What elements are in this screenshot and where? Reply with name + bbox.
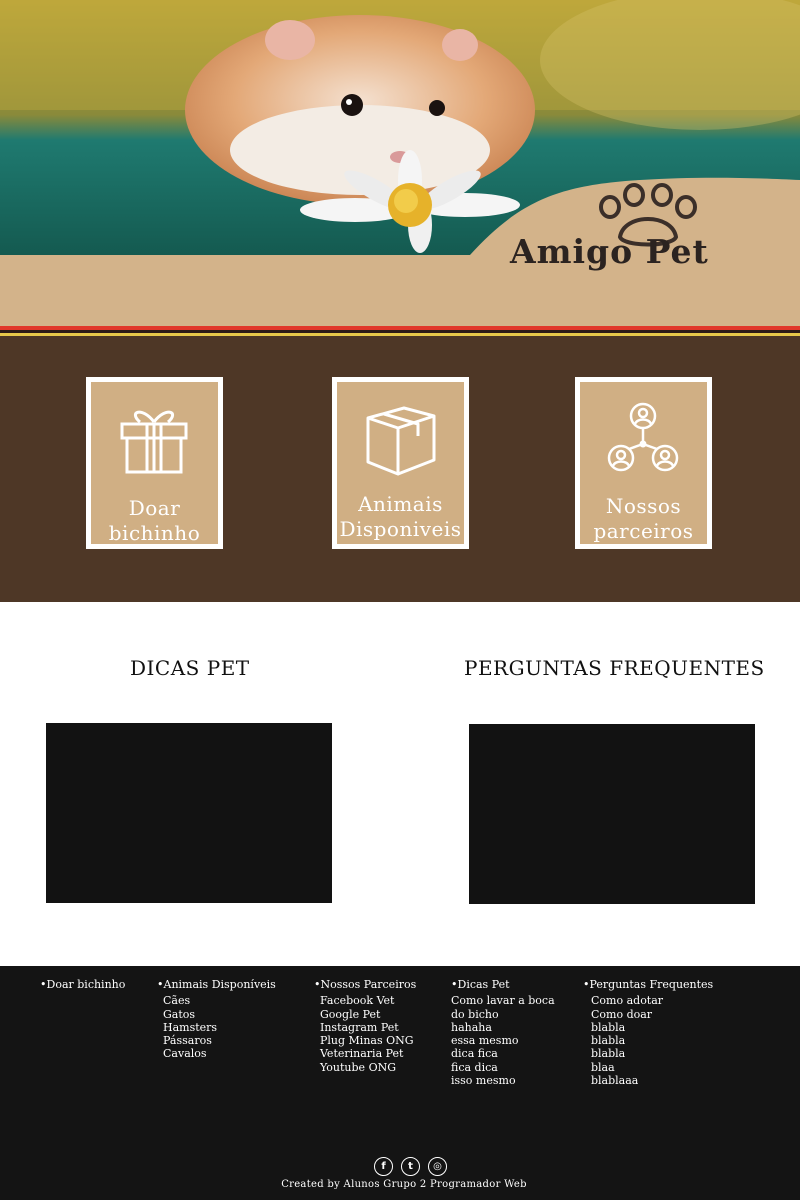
- footer-list-tips: Como lavar a boca do bicho hahaha essa m…: [451, 994, 555, 1087]
- nav-card-donate-label: Doar bichinho: [108, 496, 201, 545]
- partners-network-icon: [607, 402, 679, 472]
- faq-section-title: PERGUNTAS FREQUENTES: [464, 656, 765, 680]
- twitter-icon[interactable]: t: [401, 1157, 420, 1176]
- nav-card-animals-label: Animais Disponiveis: [339, 492, 462, 541]
- footer-credit: Created by Alunos Grupo 2 Programador We…: [281, 1179, 527, 1190]
- footer-list-item[interactable]: do bicho: [451, 1008, 555, 1021]
- footer-list-item[interactable]: Gatos: [163, 1008, 276, 1021]
- tips-section-title: DICAS PET: [130, 656, 250, 680]
- footer-list-item[interactable]: Hamsters: [163, 1021, 276, 1034]
- site-footer: Doar bichinho Animais Disponíveis Cães G…: [0, 966, 800, 1200]
- nav-card-donate-inner: Doar bichinho: [91, 382, 218, 545]
- footer-link-faq[interactable]: Perguntas Frequentes: [583, 978, 714, 991]
- footer-list-item[interactable]: Plug Minas ONG: [320, 1034, 416, 1047]
- footer-list-item[interactable]: Como adotar: [591, 994, 713, 1007]
- footer-list-item[interactable]: Cavalos: [163, 1047, 276, 1060]
- nav-card-partners-label: Nossos parceiros: [593, 494, 694, 543]
- footer-list-item[interactable]: dica fica: [451, 1047, 555, 1060]
- footer-list-item[interactable]: essa mesmo: [451, 1034, 555, 1047]
- box-icon: [366, 406, 436, 476]
- footer-list-faq: Como adotar Como doar blabla blabla blab…: [583, 994, 713, 1087]
- footer-link-partners[interactable]: Nossos Parceiros: [314, 978, 417, 991]
- footer-list-item[interactable]: blabla: [591, 1021, 713, 1034]
- footer-list-item[interactable]: Como doar: [591, 1008, 713, 1021]
- faq-video-embed[interactable]: [469, 724, 755, 904]
- footer-col-partners: Nossos Parceiros Facebook Vet Google Pet…: [314, 978, 416, 1074]
- footer-link-tips[interactable]: Dicas Pet: [451, 978, 555, 991]
- gift-icon: [120, 410, 188, 474]
- footer-list-item[interactable]: Veterinaria Pet: [320, 1047, 416, 1060]
- instagram-icon[interactable]: ◎: [428, 1157, 447, 1176]
- footer-list-item[interactable]: blabla: [591, 1047, 713, 1060]
- nav-card-partners-inner: Nossos parceiros: [580, 382, 707, 544]
- nav-card-animals-inner: Animais Disponiveis: [337, 382, 464, 544]
- footer-link-donate[interactable]: Doar bichinho: [40, 978, 126, 991]
- footer-list-item[interactable]: hahaha: [451, 1021, 555, 1034]
- social-links: f t ◎: [374, 1157, 450, 1177]
- footer-col-animals: Animais Disponíveis Cães Gatos Hamsters …: [157, 978, 276, 1061]
- nav-card-partners[interactable]: Nossos parceiros: [575, 377, 712, 549]
- footer-list-item[interactable]: Como lavar a boca: [451, 994, 555, 1007]
- nav-card-donate[interactable]: Doar bichinho: [86, 377, 223, 549]
- footer-list-item[interactable]: Pássaros: [163, 1034, 276, 1047]
- footer-col-faq: Perguntas Frequentes Como adotar Como do…: [583, 978, 714, 1087]
- facebook-icon[interactable]: f: [374, 1157, 393, 1176]
- tips-video-embed[interactable]: [46, 723, 332, 903]
- footer-list-item[interactable]: blablaaa: [591, 1074, 713, 1087]
- hero-banner: Amigo Pet: [0, 0, 800, 338]
- footer-list-animals: Cães Gatos Hamsters Pássaros Cavalos: [157, 994, 276, 1060]
- footer-list-item[interactable]: blaa: [591, 1061, 713, 1074]
- footer-col-donate: Doar bichinho: [40, 978, 126, 991]
- footer-link-animals[interactable]: Animais Disponíveis: [157, 978, 276, 991]
- footer-list-item[interactable]: blabla: [591, 1034, 713, 1047]
- footer-col-tips: Dicas Pet Como lavar a boca do bicho hah…: [451, 978, 555, 1087]
- nav-card-animals[interactable]: Animais Disponiveis: [332, 377, 469, 549]
- footer-list-item[interactable]: isso mesmo: [451, 1074, 555, 1087]
- brand-logo: Amigo Pet: [510, 232, 709, 271]
- footer-list-item[interactable]: Youtube ONG: [320, 1061, 416, 1074]
- footer-list-partners: Facebook Vet Google Pet Instagram Pet Pl…: [314, 994, 416, 1074]
- footer-list-item[interactable]: Google Pet: [320, 1008, 416, 1021]
- footer-list-item[interactable]: fica dica: [451, 1061, 555, 1074]
- header-stripes: [0, 326, 800, 338]
- footer-list-item[interactable]: Cães: [163, 994, 276, 1007]
- footer-list-item[interactable]: Facebook Vet: [320, 994, 416, 1007]
- footer-list-item[interactable]: Instagram Pet: [320, 1021, 416, 1034]
